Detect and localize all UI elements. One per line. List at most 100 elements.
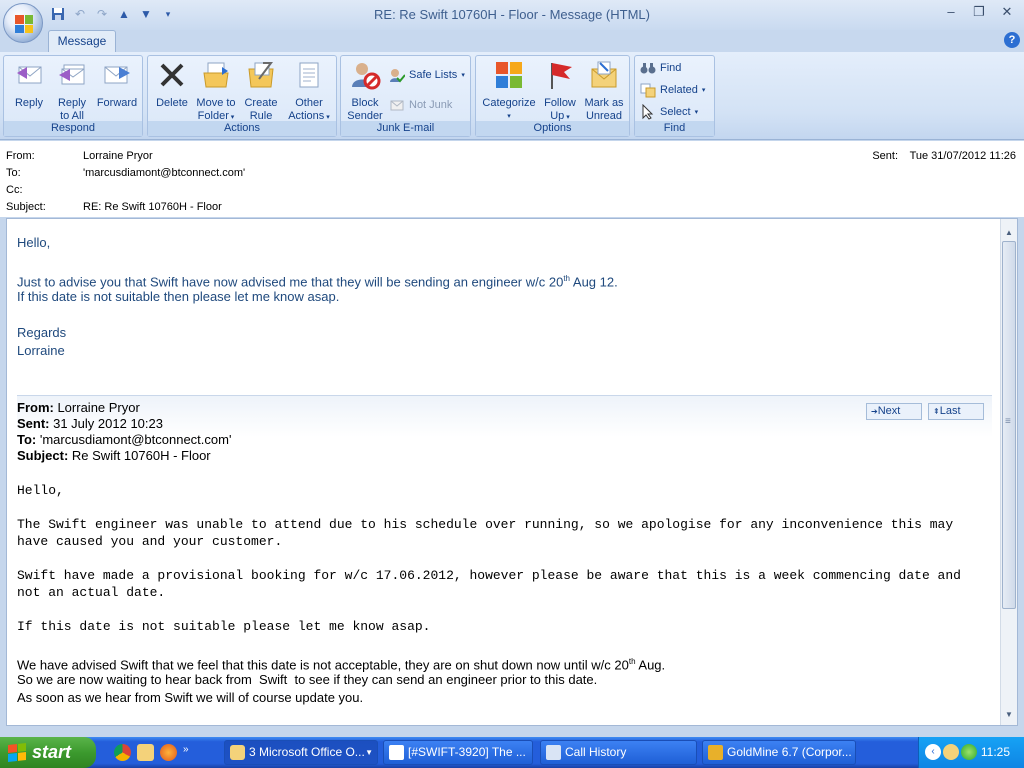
select-button[interactable]: Select ▾ — [640, 103, 698, 121]
office-button[interactable] — [3, 3, 43, 43]
mark-as-unread-icon — [591, 61, 617, 88]
quoted-paragraph-3: If this date is not suitable please let … — [17, 619, 431, 634]
task-swift-label: [#SWIFT-3920] The ... — [408, 745, 526, 759]
next-button[interactable]: ➔Next — [866, 403, 922, 420]
safe-lists-icon — [390, 69, 405, 83]
last-button[interactable]: ⇞Last — [928, 403, 984, 420]
task-outlook[interactable]: 3 Microsoft Office O... ▼ — [224, 740, 378, 765]
block-sender-icon — [352, 63, 381, 90]
task-call-history[interactable]: Call History — [540, 740, 697, 765]
system-tray: ‹ 11:25 — [918, 737, 1024, 768]
minimize-icon[interactable]: – — [942, 4, 960, 20]
reply-all-icon — [59, 64, 85, 85]
call-history-icon — [546, 745, 561, 760]
group-label-actions: Actions — [148, 121, 336, 136]
cc-row: Cc: — [6, 184, 606, 201]
message-body[interactable]: Hello, Just to advise you that Swift hav… — [6, 218, 1018, 726]
close-icon[interactable]: ✕ — [998, 4, 1016, 20]
group-options: Categorize ▾ Follow Up ▾ Mark as Unread … — [475, 55, 630, 137]
mark-unread-label-1: Mark as — [584, 97, 624, 109]
block-sender-button[interactable]: Block Sender — [344, 59, 386, 123]
related-icon — [640, 83, 656, 98]
find-label: Find — [660, 62, 682, 74]
more-icon[interactable]: » — [183, 744, 189, 761]
next-label: Next — [877, 405, 901, 417]
outlook-task-icon — [230, 745, 245, 760]
reply-all-button[interactable]: Reply to All — [52, 59, 92, 123]
find-button[interactable]: Find — [640, 59, 681, 77]
other-actions-label-1: Other — [295, 97, 323, 109]
taskbar: start » 3 Microsoft Office O... ▼ [#SWIF… — [0, 737, 1024, 768]
message-headers: From: Lorraine Pryor Sent: Tue 31/07/201… — [0, 141, 1024, 217]
group-junk-email: Block Sender Safe Lists▾ Not Junk ↘ Junk… — [340, 55, 471, 137]
related-button[interactable]: Related ▾ — [640, 81, 705, 99]
group-label-respond: Respond — [4, 121, 142, 136]
delete-button[interactable]: Delete — [152, 59, 192, 110]
create-rule-label-1: Create — [244, 97, 278, 109]
quoted-greeting: Hello, — [17, 483, 64, 498]
follow-up-button[interactable]: Follow Up ▾ — [540, 59, 580, 124]
quoted-header-bar — [17, 395, 992, 437]
subject-value: RE: Re Swift 10760H - Floor — [83, 201, 222, 213]
quoted-from: From: Lorraine Pryor — [17, 400, 140, 415]
vertical-scrollbar[interactable]: ▲ ▼ — [1000, 219, 1017, 725]
forward-label: Forward — [96, 97, 138, 109]
from-label: From: — [6, 150, 35, 162]
last-label: Last — [939, 405, 961, 417]
safe-lists-label: Safe Lists — [409, 69, 458, 81]
tray-expand-icon[interactable]: ‹ — [925, 744, 941, 760]
sent-label: Sent: — [872, 150, 898, 162]
ticket-icon — [389, 745, 404, 760]
tray-outlook-icon[interactable] — [943, 744, 959, 760]
cursor-icon — [642, 104, 654, 120]
quoted-subject: Subject: Re Swift 10760H - Floor — [17, 448, 211, 463]
start-button[interactable]: start — [0, 737, 96, 768]
cc-label: Cc: — [6, 184, 23, 196]
reply-all-label-1: Reply — [57, 97, 87, 109]
to-label: To: — [6, 167, 21, 179]
task-swift-ticket[interactable]: [#SWIFT-3920] The ... — [383, 740, 533, 765]
other-actions-button[interactable]: Other Actions ▾ — [284, 59, 334, 124]
help-icon[interactable]: ? — [1004, 32, 1020, 48]
safe-lists-button[interactable]: Safe Lists ▾ — [389, 66, 465, 84]
quoted-paragraph-1: The Swift engineer was unable to attend … — [17, 517, 954, 549]
group-find: Find Related ▾ Select ▾ Find — [634, 55, 715, 137]
outlook-icon[interactable] — [137, 744, 154, 761]
tray-status-icon[interactable] — [961, 744, 977, 760]
quoted-paragraph-6: As soon as we hear from Swift we will of… — [17, 690, 364, 705]
firefox-icon[interactable] — [160, 744, 177, 761]
task-goldmine[interactable]: GoldMine 6.7 (Corpor... — [702, 740, 856, 765]
quoted-to: To: 'marcusdiamont@btconnect.com' — [17, 432, 232, 447]
next-arrow-icon: ➔ — [871, 407, 878, 416]
tab-message[interactable]: Message — [48, 30, 116, 52]
window-controls: – ❐ ✕ — [942, 4, 1016, 20]
related-label: Related — [660, 84, 698, 96]
from-value[interactable]: Lorraine Pryor — [83, 150, 153, 162]
task-outlook-label: 3 Microsoft Office O... — [249, 745, 365, 759]
message-regards: Regards — [17, 325, 67, 340]
message-line-2: If this date is not suitable then please… — [17, 289, 340, 304]
to-value[interactable]: 'marcusdiamont@btconnect.com' — [83, 167, 245, 179]
move-to-folder-button[interactable]: Move to Folder ▾ — [194, 59, 238, 124]
reply-label: Reply — [14, 97, 44, 109]
scroll-down-icon[interactable]: ▼ — [1001, 707, 1017, 723]
task-call-history-label: Call History — [565, 745, 627, 759]
not-junk-button[interactable]: Not Junk — [389, 96, 452, 114]
goldmine-icon — [708, 745, 723, 760]
forward-button[interactable]: Forward — [94, 59, 140, 110]
chrome-icon[interactable] — [114, 744, 131, 761]
restore-icon[interactable]: ❐ — [970, 4, 988, 20]
sent-value: Tue 31/07/2012 11:26 — [909, 150, 1016, 162]
create-rule-button[interactable]: Create Rule — [240, 59, 282, 123]
reply-button[interactable]: Reply — [8, 59, 50, 110]
categorize-button[interactable]: Categorize ▾ — [480, 59, 538, 123]
follow-up-label-1: Follow — [544, 97, 576, 109]
group-label-junk-email: Junk E-mail — [341, 121, 470, 136]
scroll-thumb[interactable] — [1002, 241, 1016, 609]
delete-label: Delete — [156, 97, 188, 109]
group-actions: Delete Move to Folder ▾ Create Rule Othe… — [147, 55, 337, 137]
mark-as-unread-button[interactable]: Mark as Unread — [582, 59, 626, 123]
categorize-label: Categorize — [482, 97, 536, 109]
title-bar: ↶ ↷ ▲ ▼ ▾ RE: Re Swift 10760H - Floor - … — [0, 0, 1024, 43]
scroll-up-icon[interactable]: ▲ — [1001, 225, 1017, 241]
